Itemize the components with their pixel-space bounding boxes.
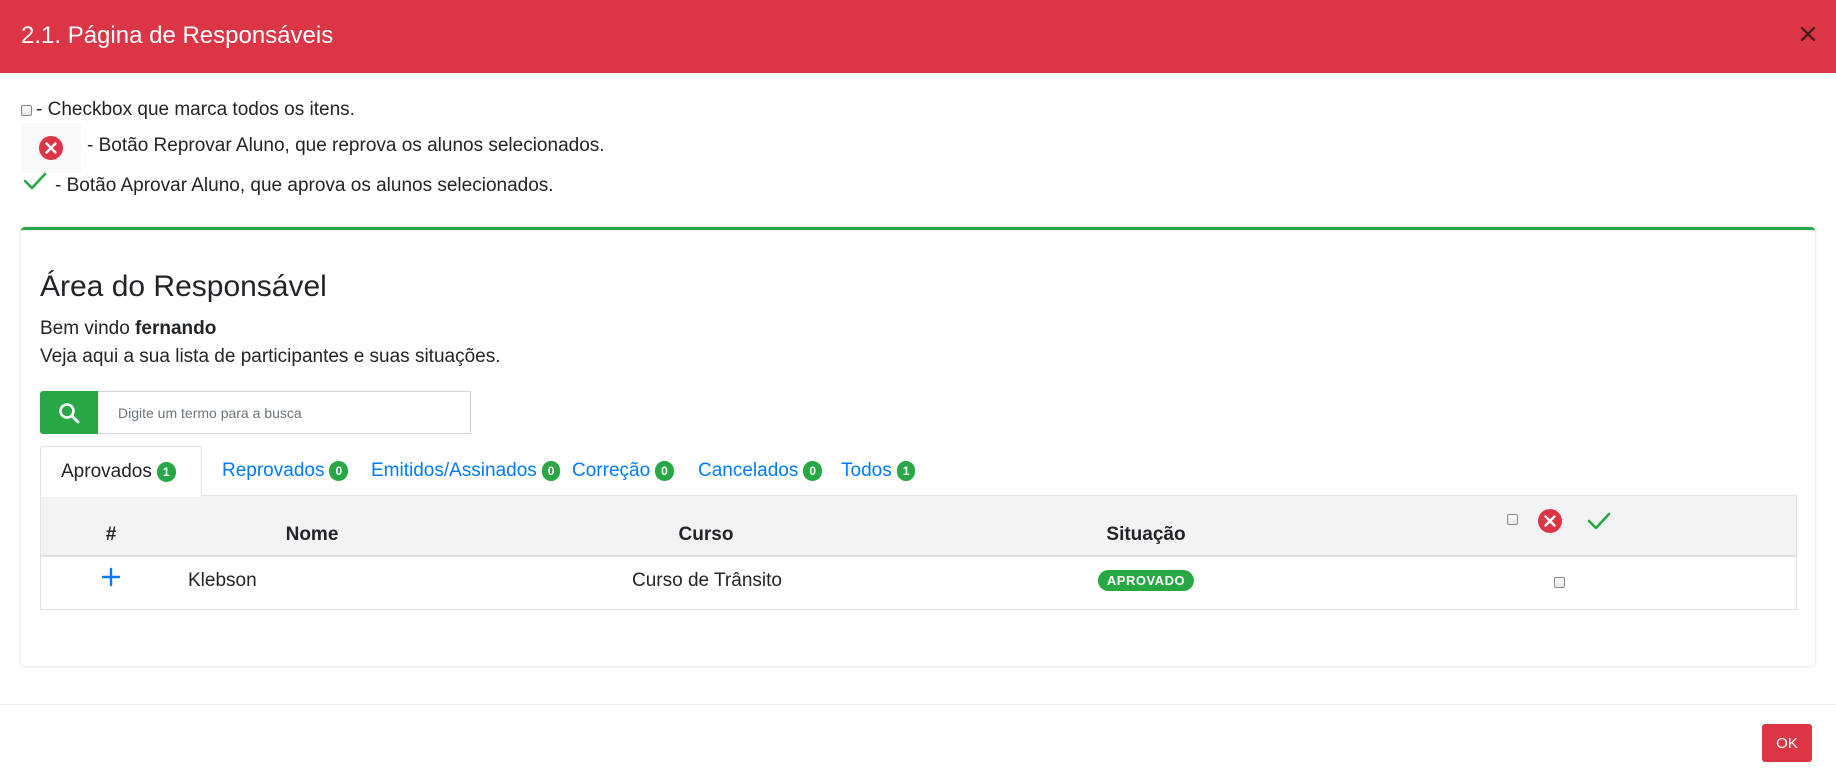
ok-button[interactable]: OK [1762, 724, 1812, 762]
x-circle-icon[interactable] [1537, 508, 1563, 534]
tab-count-badge: 1 [156, 461, 176, 482]
search-bar [40, 391, 471, 434]
search-input[interactable] [98, 391, 471, 434]
tab-count-badge: 0 [329, 461, 349, 481]
tab-count-badge: 0 [803, 461, 823, 481]
legend-checkbox [21, 104, 32, 116]
tab-label: Todos [841, 460, 892, 481]
status-tabs: Aprovados 1 Reprovados 0 Emitidos/Assina… [40, 446, 1797, 497]
tab-count-badge: 1 [896, 461, 916, 481]
welcome-text: Bem vindo fernando [40, 318, 216, 340]
participants-table: # Nome Curso Situação Klebson Curso de T… [40, 495, 1797, 610]
username: fernando [135, 318, 217, 339]
row-course: Curso de Trânsito [632, 570, 782, 591]
modal-header: 2.1. Página de Responsáveis [0, 0, 1836, 73]
table-header: # Nome Curso Situação [41, 496, 1796, 557]
tab-correcao[interactable]: Correção 0 [552, 446, 694, 496]
modal-footer-divider [0, 704, 1836, 705]
status-badge: APROVADO [1097, 570, 1195, 591]
plus-icon[interactable] [101, 567, 121, 587]
card-title: Área do Responsável [40, 270, 327, 303]
column-header-nome: Nome [285, 524, 339, 545]
tab-aprovados[interactable]: Aprovados 1 [40, 446, 202, 497]
check-icon[interactable] [1587, 511, 1611, 531]
card-subtext: Veja aqui a sua lista de participantes e… [40, 346, 501, 367]
tab-emitidos-assinados[interactable]: Emitidos/Assinados 0 [351, 446, 580, 496]
close-icon[interactable] [1798, 24, 1818, 44]
tab-count-badge: 0 [655, 461, 674, 481]
tab-label: Cancelados [698, 460, 799, 481]
welcome-prefix: Bem vindo [40, 318, 136, 339]
tab-label: Reprovados [222, 460, 325, 481]
tab-label: Correção [572, 460, 651, 481]
legend-checkbox-row: - Checkbox que marca todos os itens. [21, 99, 355, 121]
column-header-number: # [105, 524, 117, 545]
column-header-situacao: Situação [1106, 524, 1186, 545]
modal-title: 2.1. Página de Responsáveis [21, 22, 334, 49]
tab-cancelados[interactable]: Cancelados 0 [678, 446, 842, 496]
search-icon [57, 401, 81, 425]
select-all-checkbox[interactable] [1507, 514, 1518, 525]
legend-reject-text: - Botão Reprovar Aluno, que reprova os a… [87, 135, 605, 156]
legend-approve-text: - Botão Aprovar Aluno, que aprova os alu… [55, 175, 554, 196]
tab-label: Aprovados [61, 460, 152, 482]
table-row: Klebson Curso de Trânsito APROVADO [41, 557, 1796, 609]
check-icon [21, 169, 49, 193]
tab-todos[interactable]: Todos 1 [821, 446, 935, 496]
search-button[interactable] [40, 391, 98, 434]
row-checkbox[interactable] [1554, 577, 1565, 588]
legend-checkbox-text: - Checkbox que marca todos os itens. [36, 99, 355, 120]
tab-label: Emitidos/Assinados [371, 460, 537, 481]
legend-reject-row: - Botão Reprovar Aluno, que reprova os a… [21, 123, 605, 173]
legend-approve-row: - Botão Aprovar Aluno, que aprova os alu… [21, 172, 554, 197]
tab-reprovados[interactable]: Reprovados 0 [202, 446, 368, 496]
row-name: Klebson [188, 570, 257, 591]
x-circle-icon [21, 123, 81, 173]
responsavel-card: Área do Responsável Bem vindo fernando V… [21, 227, 1815, 666]
column-header-curso: Curso [678, 524, 734, 545]
